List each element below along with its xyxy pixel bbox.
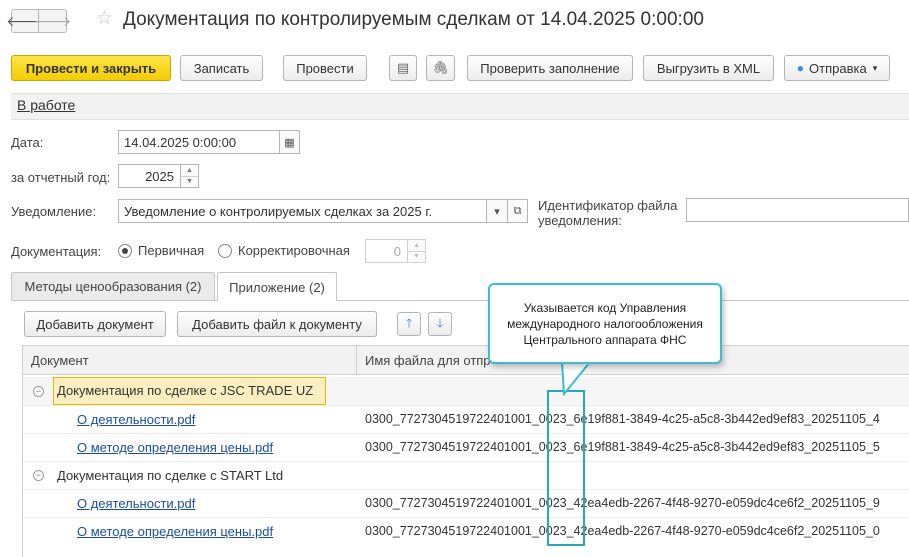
group-name: Документация по сделке с START Ltd — [57, 468, 284, 483]
spin-down-icon[interactable]: ▼ — [408, 252, 425, 263]
favorite-star-icon[interactable]: ☆ — [96, 7, 113, 30]
radio-primary-control[interactable] — [118, 243, 132, 258]
file-name-cell: 0300_7727304519722401001_0023_6e19f881-3… — [365, 412, 880, 426]
notice-open-button[interactable]: ⧉ — [507, 199, 528, 223]
spin-down-icon[interactable]: ▼ — [181, 177, 198, 188]
row-divider — [23, 489, 909, 490]
notice-label: Уведомление: — [11, 204, 97, 219]
chevron-down-icon: ▾ — [494, 205, 500, 218]
status-link[interactable]: В работе — [17, 97, 75, 113]
callout-line1: Указывается код Управления — [523, 300, 687, 315]
document-link[interactable]: О методе определения цены.pdf — [77, 524, 273, 539]
forward-button[interactable]: 🡒 — [34, 9, 71, 33]
callout-line2: международного налогообложения — [507, 316, 703, 331]
year-input[interactable]: 2025 — [118, 164, 181, 188]
add-file-button[interactable]: Добавить файл к документу — [177, 311, 377, 337]
notice-dropdown-button[interactable]: ▾ — [486, 199, 508, 223]
radio-corrective-control[interactable] — [218, 243, 232, 258]
date-input[interactable]: 14.04.2025 0:00:00 — [118, 130, 280, 154]
year-stepper[interactable]: ▲ ▼ — [181, 164, 199, 188]
arrow-down-icon: 🡓 — [436, 315, 444, 330]
notice-input[interactable]: Уведомление о контролируемых сделках за … — [118, 199, 487, 223]
list-icon: ▤ — [396, 60, 410, 75]
tab-pricing-methods[interactable]: Методы ценообразования (2) — [11, 272, 215, 300]
radio-corrective-label: Корректировочная — [238, 243, 350, 258]
status-bar — [11, 93, 909, 120]
file-id-label-line1: Идентификатор файла — [538, 198, 678, 213]
move-up-button[interactable]: 🡑 — [397, 312, 421, 336]
send-globe-icon: ● — [796, 61, 805, 75]
correction-stepper[interactable]: ▲ ▼ — [408, 239, 426, 263]
documentation-label: Документация: — [11, 244, 102, 259]
year-label: за отчетный год: — [11, 170, 111, 185]
check-fill-button[interactable]: Проверить заполнение — [467, 55, 633, 81]
move-down-button[interactable]: 🡓 — [428, 312, 452, 336]
page-title: Документация по контролируемым сделкам о… — [123, 9, 704, 30]
file-name-cell: 0300_7727304519722401001_0023_6e19f881-3… — [365, 440, 880, 454]
code-highlight-box — [547, 390, 585, 546]
add-document-button[interactable]: Добавить документ — [24, 311, 166, 337]
file-id-label: Идентификатор файла уведомления: — [538, 198, 677, 228]
collapse-icon[interactable]: − — [33, 470, 44, 481]
paperclip-icon: 🖇 — [432, 60, 449, 75]
send-menu-button[interactable]: ● Отправка ▾ — [784, 55, 890, 81]
chevron-down-icon: ▾ — [872, 62, 878, 73]
tab-attachments[interactable]: Приложение (2) — [217, 272, 337, 301]
callout-line3: Центрального аппарата ФНС — [523, 332, 687, 347]
spin-up-icon[interactable]: ▲ — [181, 165, 198, 177]
row-divider — [23, 517, 909, 518]
radio-primary[interactable]: Первичная — [118, 243, 204, 258]
calendar-icon: ▦ — [284, 136, 295, 149]
send-label: Отправка — [809, 60, 867, 76]
header-divider — [356, 345, 357, 375]
row-divider — [23, 405, 909, 406]
arrow-right-icon: 🡒 — [33, 12, 72, 29]
post-and-close-button[interactable]: Провести и закрыть — [11, 55, 171, 81]
group-name: Документация по сделке с JSC TRADE UZ — [57, 383, 314, 398]
collapse-icon[interactable]: − — [33, 386, 44, 397]
file-name-cell: 0300_7727304519722401001_0023_42ea4edb-2… — [365, 496, 880, 510]
document-link[interactable]: О деятельности.pdf — [77, 412, 195, 427]
open-form-icon: ⧉ — [513, 204, 522, 217]
save-button[interactable]: Записать — [180, 55, 263, 81]
column-header-document[interactable]: Документ — [31, 353, 89, 368]
file-id-label-line2: уведомления: — [538, 213, 622, 228]
column-header-filename[interactable]: Имя файла для отпр — [365, 353, 491, 368]
tab-divider-left — [11, 300, 217, 301]
print-list-button[interactable]: ▤ — [389, 55, 417, 81]
radio-corrective[interactable]: Корректировочная — [218, 243, 350, 258]
row-divider — [23, 433, 909, 434]
document-link[interactable]: О деятельности.pdf — [77, 496, 195, 511]
calendar-button[interactable]: ▦ — [279, 130, 300, 154]
arrow-up-icon: 🡑 — [405, 315, 413, 330]
correction-number-input[interactable]: 0 — [365, 239, 408, 263]
radio-primary-label: Первичная — [138, 243, 205, 258]
post-button[interactable]: Провести — [283, 55, 367, 81]
callout-pointer — [560, 362, 592, 396]
spin-up-icon[interactable]: ▲ — [408, 240, 425, 252]
callout-tooltip: Указывается код Управления международног… — [488, 283, 722, 364]
document-link[interactable]: О методе определения цены.pdf — [77, 440, 273, 455]
attachments-button[interactable]: 🖇 — [426, 55, 455, 81]
date-label: Дата: — [11, 135, 44, 150]
row-divider — [23, 461, 909, 462]
export-xml-button[interactable]: Выгрузить в XML — [643, 55, 774, 81]
file-id-input[interactable] — [686, 198, 909, 222]
file-name-cell: 0300_7727304519722401001_0023_42ea4edb-2… — [365, 524, 880, 538]
